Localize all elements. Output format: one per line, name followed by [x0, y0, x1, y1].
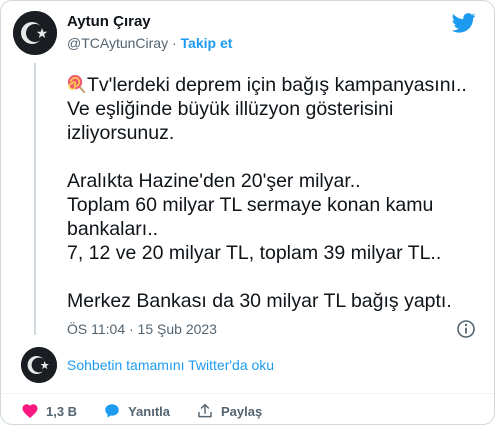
- tweet-text: Tv'lerdeki deprem için bağış kampanyasın…: [67, 73, 477, 313]
- tweet-timestamp[interactable]: ÖS 11:04 · 15 Şub 2023: [67, 321, 217, 337]
- like-count: 1,3 B: [46, 403, 78, 419]
- tweet-line-5: Aralıkta Hazine'den 20'şer milyar..: [67, 170, 361, 192]
- thread-line: [34, 63, 36, 335]
- tweet-card: Aytun Çıray @TCAytunCiray · Takip et Tv'…: [0, 0, 495, 425]
- lollipop-emoji-icon: [67, 74, 86, 93]
- info-icon[interactable]: [456, 319, 476, 339]
- reply-button[interactable]: Yanıtla: [103, 402, 170, 420]
- tweet-actions: 1,3 B Yanıtla Paylaş: [21, 399, 288, 423]
- author-handle-row: @TCAytunCiray · Takip et: [67, 35, 232, 51]
- reply-bubble-icon: [105, 404, 119, 418]
- follow-button[interactable]: Takip et: [181, 35, 233, 51]
- tweet-line-6: Toplam 60 milyar TL sermaye konan kamu: [67, 194, 434, 216]
- author-avatar[interactable]: [13, 11, 57, 55]
- like-button[interactable]: 1,3 B: [21, 402, 77, 420]
- thread-avatar[interactable]: [21, 347, 57, 383]
- tweet-line-1: Tv'lerdeki deprem için bağış kampanyasın…: [67, 73, 477, 97]
- crescent-star-avatar-icon: [21, 347, 57, 383]
- tweet-line-2: Ve eşliğinde büyük illüzyon gösterisini: [67, 98, 394, 120]
- tweet-line-10: Merkez Bankası da 30 milyar TL bağış yap…: [67, 290, 452, 312]
- share-label: Paylaş: [221, 403, 263, 419]
- tweet-line-8: 7, 12 ve 20 milyar TL, toplam 39 milyar …: [67, 242, 442, 264]
- author-handle[interactable]: @TCAytunCiray: [67, 35, 168, 51]
- share-button[interactable]: Paylaş: [196, 402, 262, 420]
- tweet-line-3: izliyorsunuz.: [67, 122, 175, 144]
- heart-icon: [22, 404, 38, 419]
- share-icon: [198, 403, 212, 418]
- reply-label: Yanıtla: [128, 403, 170, 419]
- twitter-bird-icon[interactable]: [452, 13, 476, 33]
- divider: [1, 393, 494, 394]
- read-thread-link[interactable]: Sohbetin tamamını Twitter'da oku: [67, 357, 274, 373]
- crescent-star-avatar-icon: [13, 11, 57, 55]
- handle-separator: ·: [168, 35, 181, 51]
- author-name[interactable]: Aytun Çıray: [67, 13, 151, 30]
- tweet-line-7: bankaları..: [67, 218, 159, 240]
